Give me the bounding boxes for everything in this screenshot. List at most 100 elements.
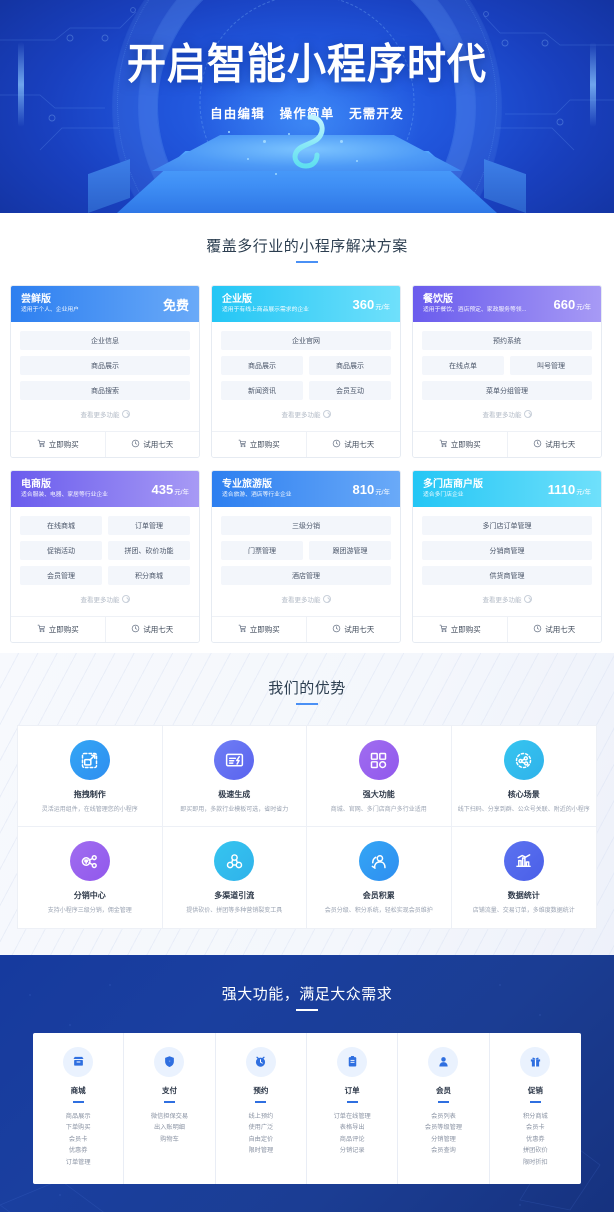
- advantage-cell[interactable]: 数据统计 店铺流量、交易订单，多维度数据统计: [452, 827, 597, 927]
- plan-feature[interactable]: 商品展示: [20, 356, 190, 375]
- plan-feature[interactable]: 新闻资讯: [221, 381, 303, 400]
- advantage-cell[interactable]: 核心场景 线下扫码、分享到群、公众号关联、附近的小程序: [451, 726, 596, 828]
- plan-feature[interactable]: 促销活动: [20, 541, 102, 560]
- feature-column[interactable]: 预约 线上预约 使用广泛 自由定价 限时管理: [216, 1032, 307, 1185]
- buy-now-button[interactable]: 立即购买: [413, 432, 507, 457]
- feature-item: 会员查询: [431, 1147, 456, 1155]
- feature-item: 商品评论: [339, 1135, 365, 1143]
- plan-more-label: 查看更多功能: [482, 597, 522, 604]
- trial-label: 试用七天: [344, 625, 375, 634]
- plan-card[interactable]: 专业旅游版 适合旅游、酒店等行业企业 810元/年 三级分销 门票管理 跟团游管理酒…: [211, 470, 401, 643]
- plan-feature[interactable]: 菜单分组管理: [422, 381, 592, 400]
- plan-description: 适合服装、电器、家居等行业企业: [21, 492, 108, 499]
- plan-feature[interactable]: 企业官网: [221, 331, 391, 350]
- plan-feature[interactable]: 门票管理: [221, 541, 303, 560]
- plan-feature[interactable]: 商品展示: [221, 356, 303, 375]
- drag-icon: [69, 740, 110, 780]
- plan-feature[interactable]: 订单管理: [108, 516, 190, 535]
- plan-feature[interactable]: 商品搜索: [20, 381, 190, 400]
- advantage-cell[interactable]: 极速生成 即买即用，多款行业模板可选，省时省力: [162, 726, 307, 828]
- chart-icon: [503, 841, 544, 882]
- plan-feature[interactable]: 分销商管理: [422, 541, 592, 560]
- plan-more-link[interactable]: 查看更多功能: [422, 406, 592, 427]
- plan-more-link[interactable]: 查看更多功能: [20, 591, 190, 612]
- advantage-cell[interactable]: 拖拽制作 灵活运用组件，在线管理您的小程序: [18, 726, 163, 828]
- buy-now-button[interactable]: 立即购买: [212, 617, 306, 642]
- plan-feature[interactable]: 三级分销: [221, 516, 391, 535]
- plans-section: 覆盖多行业的小程序解决方案 尝鲜版 适用于个人、企业用户 免费 企业信息 商品展示…: [0, 213, 614, 653]
- plan-feature[interactable]: 企业信息: [20, 331, 190, 350]
- plan-more-link[interactable]: 查看更多功能: [221, 406, 391, 427]
- feature-item: 会员卡: [68, 1135, 88, 1143]
- plan-price: 660元/年: [553, 297, 591, 312]
- plan-feature[interactable]: 酒店管理: [221, 566, 391, 585]
- advantage-cell[interactable]: 会员积累 会员分级、积分系统，轻松实现会员维护: [307, 827, 452, 928]
- advantage-title: 极速生成: [218, 790, 251, 799]
- advantage-cell[interactable]: 多渠道引流 提供砍价、拼团等多种营销裂变工具: [163, 827, 307, 928]
- plan-feature-row: 会员管理 积分商城: [20, 566, 190, 585]
- feature-column-title: 支付: [161, 1085, 177, 1095]
- shop-icon: [63, 1046, 94, 1077]
- plan-card-body: 三级分销门票管理 跟团游管理酒店管理 查看更多功能: [212, 507, 400, 616]
- feature-item: 微信担保交易: [150, 1112, 189, 1120]
- plan-more-link[interactable]: 查看更多功能: [221, 591, 391, 612]
- feature-item: 自由定价: [248, 1135, 274, 1143]
- plan-feature[interactable]: 拼团、砍价功能: [108, 541, 190, 560]
- clock-icon: [131, 624, 140, 635]
- title-underline: [296, 703, 318, 705]
- trial-button[interactable]: 试用七天: [506, 432, 601, 457]
- buy-now-button[interactable]: 立即购买: [11, 617, 105, 642]
- feature-column[interactable]: 促销 积分商城 会员卡 优惠券 拼团砍价 限时折扣: [490, 1033, 581, 1184]
- plan-feature[interactable]: 跟团游管理: [309, 541, 391, 560]
- plan-card[interactable]: 尝鲜版 适用于个人、企业用户 免费 企业信息商品展示商品搜索 查看更多功能 立即…: [10, 285, 200, 458]
- trial-button[interactable]: 试用七天: [104, 432, 199, 457]
- plan-feature[interactable]: 会员互动: [309, 381, 391, 400]
- plan-header-text: 电商版 适合服装、电器、家居等行业企业: [21, 479, 108, 499]
- feature-column[interactable]: 商城 商品展示 下单购买 会员卡 优惠券 订单管理: [33, 1032, 125, 1185]
- plan-card[interactable]: 电商版 适合服装、电器、家居等行业企业 435元/年 在线商城 订单管理 促销活动拼…: [10, 470, 200, 643]
- plan-more-link[interactable]: 查看更多功能: [422, 591, 592, 612]
- plan-feature[interactable]: 在线点单: [422, 356, 504, 375]
- feature-column[interactable]: 支付 微信担保交易 出入账明细 购物车: [124, 1032, 216, 1185]
- divider: [437, 1100, 449, 1103]
- chevron-right-icon: [322, 595, 331, 603]
- plan-name: 企业版: [222, 293, 252, 305]
- plan-feature[interactable]: 会员管理: [20, 566, 102, 585]
- buy-now-button[interactable]: 立即购买: [11, 432, 105, 457]
- feature-column[interactable]: 订单 订单在线管理 表格导出 商品评论 分销记录: [307, 1032, 399, 1185]
- plan-more-link[interactable]: 查看更多功能: [20, 406, 190, 427]
- trial-button[interactable]: 试用七天: [104, 617, 199, 642]
- buy-now-button[interactable]: 立即购买: [413, 617, 507, 642]
- plan-feature-row: 企业信息: [20, 331, 190, 350]
- plan-card[interactable]: 企业版 适用于有线上商品展示需求的企业 360元/年 企业官网 商品展示 商品展示新…: [211, 285, 401, 458]
- plan-card[interactable]: 多门店商户版 适合多门店企业 1110元/年 多门店订单管理 分销商管理 供货商管理…: [412, 470, 602, 643]
- plan-feature[interactable]: 积分商城: [108, 566, 190, 585]
- advantage-cell[interactable]: 强大功能 商城、官网、多门店商户多行业适用: [307, 726, 452, 828]
- buy-now-button[interactable]: 立即购买: [212, 432, 306, 457]
- hero-banner: 开启智能小程序时代 自由编辑 操作简单 无需开发: [0, 0, 614, 213]
- trial-button[interactable]: 试用七天: [305, 432, 400, 457]
- plan-card-footer: 立即购买 试用七天: [212, 431, 400, 457]
- feature-column[interactable]: 会员 会员列表 会员等级管理 分销管理 会员查询: [398, 1032, 490, 1185]
- advantages-section-title: 我们的优势: [268, 680, 346, 697]
- plan-card-header: 尝鲜版 适用于个人、企业用户 免费: [11, 286, 199, 322]
- plan-price-unit: 元/年: [375, 303, 390, 311]
- plan-feature-row: 供货商管理: [422, 566, 592, 585]
- plan-feature[interactable]: 商品展示: [309, 356, 391, 375]
- plan-feature[interactable]: 叫号管理: [510, 356, 592, 375]
- cart-icon: [439, 439, 448, 450]
- trial-button[interactable]: 试用七天: [305, 617, 400, 642]
- advantage-text: 支持小程序三级分销，佣金管理: [47, 908, 132, 915]
- plan-feature[interactable]: 多门店订单管理: [422, 516, 592, 535]
- advantage-cell[interactable]: 分销中心 支持小程序三级分销，佣金管理: [18, 827, 163, 928]
- plan-feature[interactable]: 供货商管理: [422, 566, 592, 585]
- plan-card-header: 企业版 适用于有线上商品展示需求的企业 360元/年: [212, 286, 400, 322]
- divider: [72, 1100, 84, 1103]
- plan-price-value: 免费: [162, 297, 189, 313]
- plan-feature[interactable]: 预约系统: [422, 331, 592, 350]
- plan-feature[interactable]: 在线商城: [20, 516, 102, 535]
- plan-more-label: 查看更多功能: [281, 412, 321, 419]
- trial-button[interactable]: 试用七天: [506, 617, 601, 642]
- plan-card[interactable]: 餐饮版 适用于餐饮、酒店预定、家政服务等领... 660元/年 预约系统 在线点单…: [412, 285, 602, 458]
- hero-subtitle-item-1: 自由编辑: [210, 107, 265, 121]
